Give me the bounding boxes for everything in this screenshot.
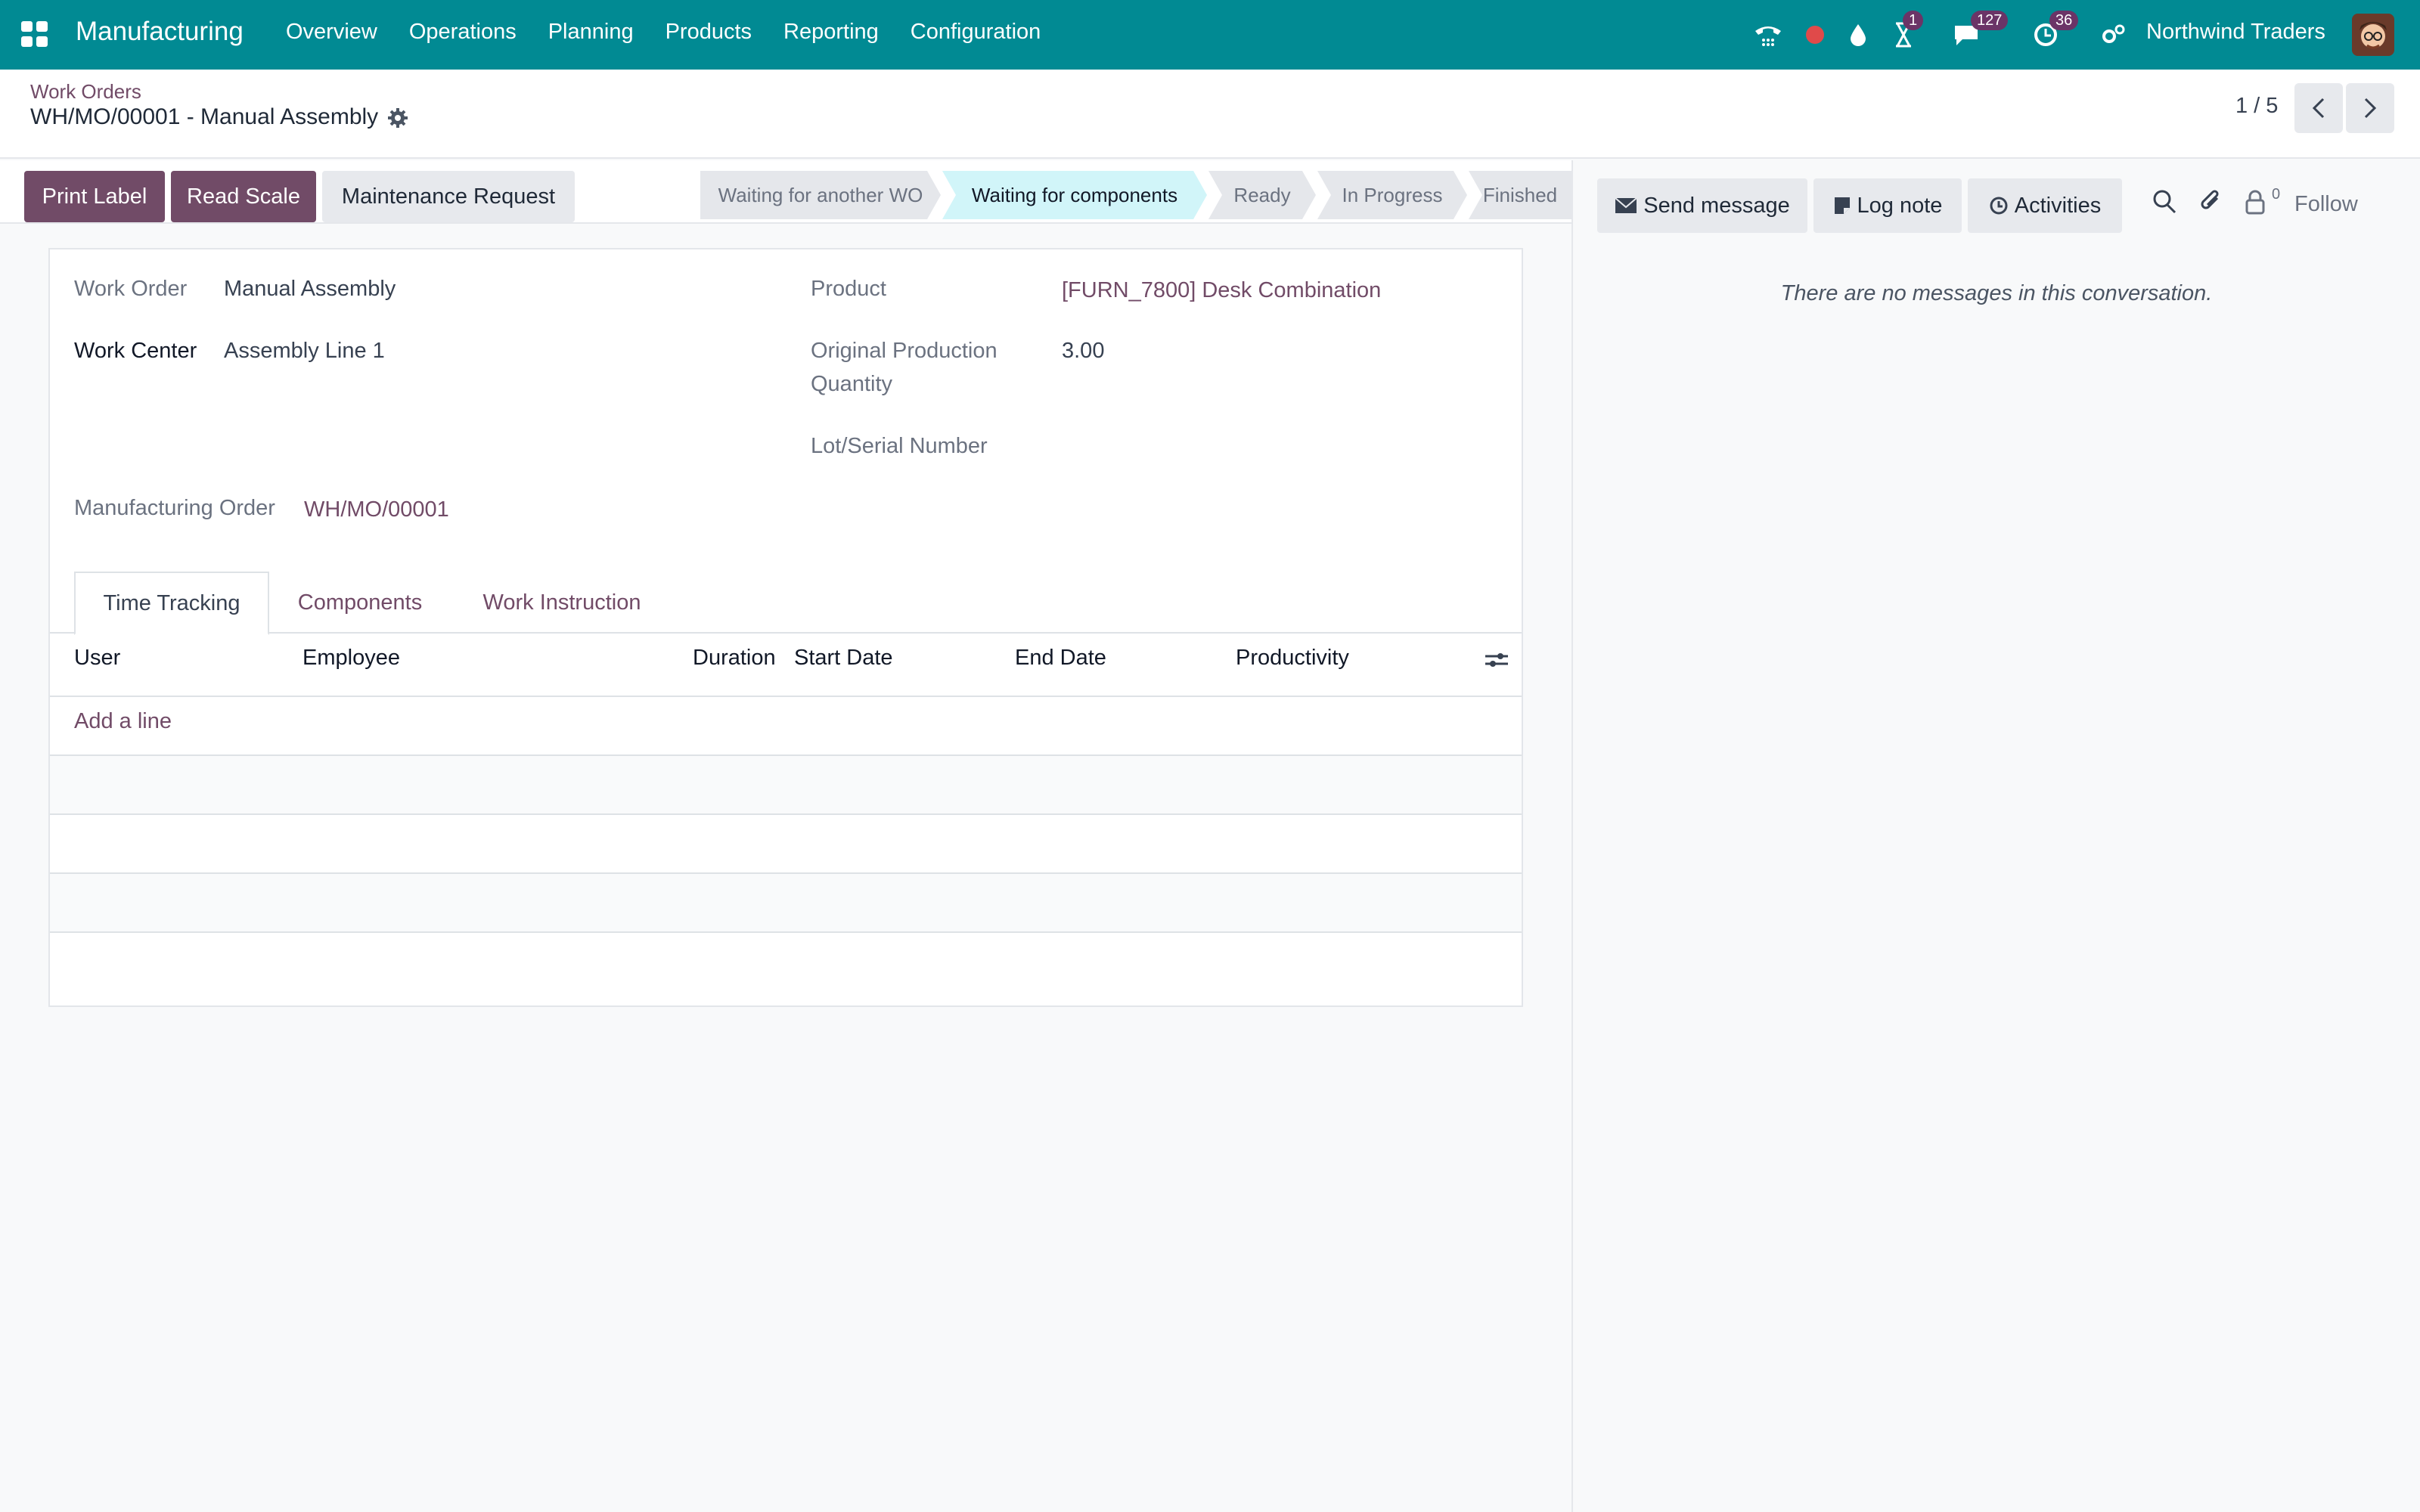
envelope-icon xyxy=(1615,197,1637,213)
manufacturing-order-label: Manufacturing Order xyxy=(74,496,275,520)
column-start-date[interactable]: Start Date xyxy=(794,646,893,671)
form-sheet: Work Order Manual Assembly Work Center A… xyxy=(48,248,1523,1007)
drop-icon[interactable] xyxy=(1847,0,1869,70)
menu-configuration[interactable]: Configuration xyxy=(911,20,1041,45)
chevron-left-icon xyxy=(2312,98,2325,119)
add-line-link[interactable]: Add a line xyxy=(74,709,172,734)
stage-in-progress[interactable]: In Progress xyxy=(1317,171,1467,219)
log-note-label: Log note xyxy=(1857,193,1943,218)
manufacturing-order-link[interactable]: WH/MO/00001 xyxy=(304,497,449,522)
activities-label: Activities xyxy=(2014,193,2102,218)
column-user[interactable]: User xyxy=(74,646,120,671)
notebook-tabs: Time Tracking Components Work Instructio… xyxy=(50,572,1522,635)
empty-conversation-message: There are no messages in this conversati… xyxy=(1780,281,2213,305)
menu-planning[interactable]: Planning xyxy=(548,20,634,45)
clock-icon xyxy=(1990,197,2008,215)
work-order-label: Work Order xyxy=(74,277,188,301)
chevron-right-icon xyxy=(2364,98,2377,119)
stage-pipeline: Waiting for another WO Waiting for compo… xyxy=(700,171,1571,219)
menu-operations[interactable]: Operations xyxy=(409,20,517,45)
table-row xyxy=(50,874,1522,931)
stage-waiting-components[interactable]: Waiting for components xyxy=(942,171,1207,219)
stage-waiting-another-wo[interactable]: Waiting for another WO xyxy=(700,171,941,219)
log-note-button[interactable]: Log note xyxy=(1813,178,1962,233)
column-productivity[interactable]: Productivity xyxy=(1236,646,1349,671)
control-panel: Work Orders WH/MO/00001 - Manual Assembl… xyxy=(0,70,2420,159)
form-statusbar: Print Label Read Scale Maintenance Reque… xyxy=(0,160,1571,224)
note-icon xyxy=(1834,197,1850,214)
menu-products[interactable]: Products xyxy=(666,20,752,45)
pager-next-button[interactable] xyxy=(2346,83,2394,133)
column-duration[interactable]: Duration xyxy=(693,646,776,671)
table-divider xyxy=(50,813,1522,815)
lock-icon[interactable] xyxy=(2245,189,2266,218)
paperclip-icon[interactable] xyxy=(2199,189,2222,218)
menu-overview[interactable]: Overview xyxy=(286,20,377,45)
pager-previous-button[interactable] xyxy=(2294,83,2343,133)
column-end-date[interactable]: End Date xyxy=(1015,646,1106,671)
record-dot-icon[interactable] xyxy=(1804,0,1826,70)
follower-count: 0 xyxy=(2272,186,2281,203)
menu-reporting[interactable]: Reporting xyxy=(783,20,879,45)
optional-columns-icon[interactable] xyxy=(1484,649,1509,675)
pager-value[interactable]: 1 / 5 xyxy=(2235,94,2278,119)
app-brand[interactable]: Manufacturing xyxy=(76,17,244,47)
original-qty-label-line2: Quantity xyxy=(811,372,892,396)
work-order-field[interactable]: Manual Assembly xyxy=(224,277,396,302)
print-label-button[interactable]: Print Label xyxy=(24,171,165,222)
work-center-label: Work Center xyxy=(74,339,197,363)
lot-serial-field[interactable] xyxy=(1062,434,1485,461)
product-link[interactable]: [FURN_7800] Desk Combination xyxy=(1062,278,1381,303)
table-divider xyxy=(50,931,1522,933)
chatter-separator xyxy=(1571,160,1573,1512)
table-row xyxy=(50,756,1522,813)
tab-components[interactable]: Components xyxy=(269,572,451,634)
send-message-button[interactable]: Send message xyxy=(1597,178,1807,233)
search-icon[interactable] xyxy=(2152,189,2176,218)
read-scale-button[interactable]: Read Scale xyxy=(171,171,316,222)
stage-finished[interactable]: Finished xyxy=(1469,171,1571,219)
work-center-field[interactable]: Assembly Line 1 xyxy=(224,339,385,364)
clock-icon[interactable] xyxy=(2033,0,2059,70)
tab-time-tracking[interactable]: Time Tracking xyxy=(74,572,269,635)
activities-badge: 36 xyxy=(2049,11,2079,30)
send-message-label: Send message xyxy=(1643,193,1790,218)
phone-icon[interactable] xyxy=(1753,0,1783,70)
messages-badge: 127 xyxy=(1971,11,2009,30)
settings-icon[interactable] xyxy=(2101,0,2127,70)
maintenance-request-button[interactable]: Maintenance Request xyxy=(322,171,575,222)
follow-button[interactable]: Follow xyxy=(2294,192,2358,217)
user-avatar[interactable] xyxy=(2352,14,2394,56)
activities-timer-badge: 1 xyxy=(1903,11,1924,30)
table-divider xyxy=(50,696,1522,697)
product-label: Product xyxy=(811,277,886,301)
main-menu: Overview Operations Planning Products Re… xyxy=(286,20,1072,45)
company-name[interactable]: Northwind Traders xyxy=(2146,20,2325,45)
tab-work-instruction[interactable]: Work Instruction xyxy=(451,572,673,634)
stage-ready[interactable]: Ready xyxy=(1208,171,1316,219)
top-navbar: Manufacturing Overview Operations Planni… xyxy=(0,0,2420,70)
record-title: WH/MO/00001 - Manual Assembly xyxy=(30,104,379,129)
original-qty-label: Original Production xyxy=(811,339,997,363)
record-gear-icon[interactable] xyxy=(387,107,408,132)
apps-grid-icon[interactable] xyxy=(21,21,48,47)
original-qty-field[interactable]: 3.00 xyxy=(1062,339,1104,364)
column-employee[interactable]: Employee xyxy=(302,646,400,671)
breadcrumb-work-orders[interactable]: Work Orders xyxy=(30,80,141,104)
lot-serial-label: Lot/Serial Number xyxy=(811,434,988,458)
activities-button[interactable]: Activities xyxy=(1968,178,2122,233)
